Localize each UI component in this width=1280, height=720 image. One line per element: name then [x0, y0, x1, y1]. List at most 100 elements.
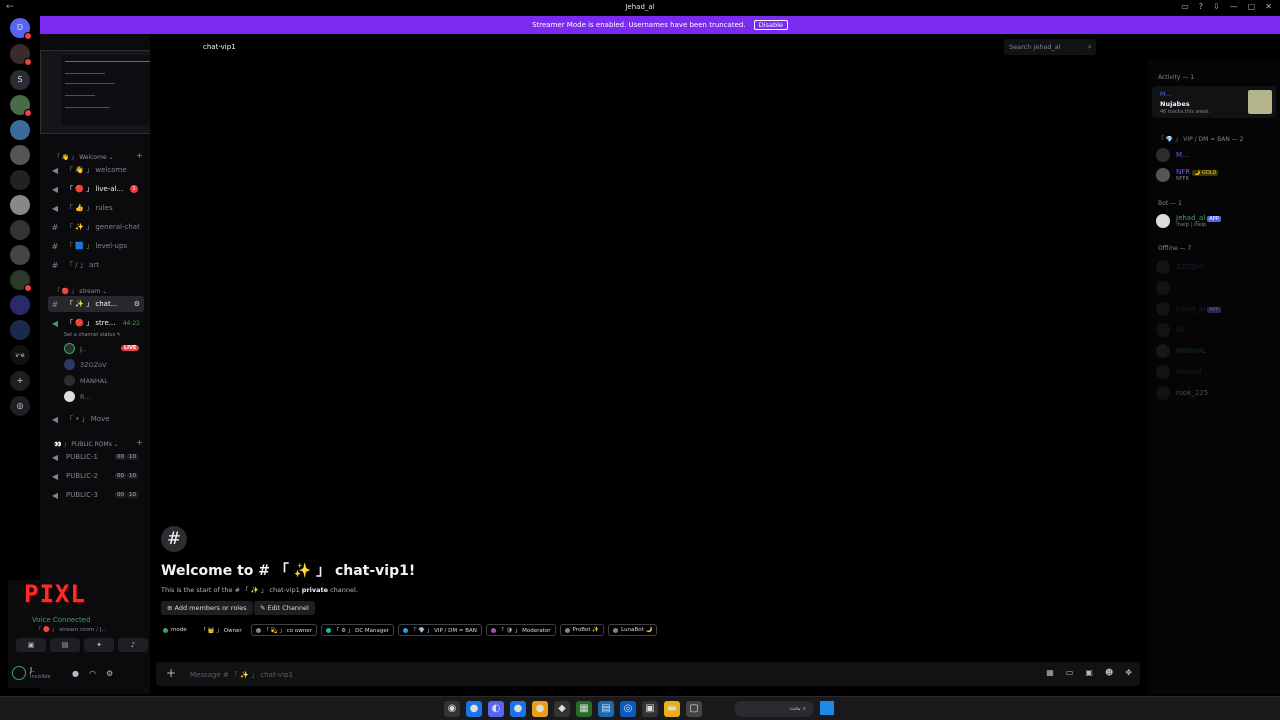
server-icon[interactable] — [10, 145, 30, 165]
server-icon[interactable] — [10, 245, 30, 265]
member-item[interactable] — [1156, 281, 1176, 295]
help-icon[interactable]: ? — [1199, 2, 1203, 11]
channel-move[interactable]: ◀ 「 • 」 Move — [48, 411, 144, 427]
taskbar-search[interactable]: بحث ⌕ — [734, 701, 814, 717]
member-item[interactable]: M... — [1156, 148, 1189, 162]
member-item[interactable]: Jehad_al APP — [1156, 302, 1221, 316]
voice-member[interactable]: MANHAL — [64, 375, 108, 386]
server-icon[interactable] — [10, 195, 30, 215]
activities-button[interactable]: ✦ — [84, 638, 114, 652]
maximize-icon[interactable]: ▢ — [1248, 2, 1256, 11]
member-item[interactable]: Mayoof — [1156, 365, 1202, 379]
member-item[interactable]: MANHAL — [1156, 344, 1206, 358]
game-icon[interactable]: ◆ — [554, 701, 570, 717]
emoji-icon[interactable]: ☻ — [1105, 668, 1113, 677]
channel-stream-room[interactable]: ◀ 「 🔴 」 stre... 44:22 — [48, 315, 144, 331]
channel-art[interactable]: # 「 ∕ 」 art — [48, 257, 144, 273]
voice-member[interactable]: R... — [64, 391, 90, 402]
edit-channel-button[interactable]: ✎ Edit Channel — [254, 601, 315, 615]
category-stream[interactable]: 「 🔴 」 stream ⌄ — [54, 286, 107, 295]
download-icon[interactable]: ⇩ — [1213, 2, 1220, 11]
file-explorer-icon[interactable]: ▬ — [664, 701, 680, 717]
channel-chat-vip1[interactable]: # 「 ✨ 」 chat... ⚙ — [48, 296, 144, 312]
channel-status[interactable]: Set a channel status ✎ — [64, 332, 121, 338]
member-item[interactable]: NFR 🌙 GOLD NFFR — [1156, 168, 1219, 182]
close-icon[interactable]: ✕ — [1265, 2, 1272, 11]
message-input[interactable]: Message # 「 ✨ 」 chat-vip1 — [190, 670, 293, 680]
add-server-icon[interactable]: + — [10, 371, 30, 391]
avatar — [64, 391, 75, 402]
member-item[interactable]: rook_225 — [1156, 386, 1208, 400]
add-channel-icon[interactable]: + — [136, 438, 143, 447]
member-item[interactable]: Jehad_al APP !help | /help — [1156, 214, 1221, 228]
server-icon[interactable]: v·e — [10, 345, 30, 365]
server-icon[interactable] — [10, 170, 30, 190]
server-icon[interactable] — [10, 320, 30, 340]
gif-icon[interactable]: ▭ — [1066, 668, 1074, 677]
store-icon[interactable]: ▣ — [642, 701, 658, 717]
discover-icon[interactable]: ◎ — [10, 396, 30, 416]
inbox-icon[interactable]: ▭ — [1181, 2, 1189, 11]
edge-icon[interactable]: ◎ — [620, 701, 636, 717]
server-icon[interactable] — [10, 44, 32, 66]
avatar — [1156, 386, 1170, 400]
speaker-icon: ◀ — [51, 414, 59, 424]
server-icon[interactable] — [10, 270, 32, 292]
channel-welcome[interactable]: ◀ 「 👋 」 welcome — [48, 162, 144, 178]
channel-general-chat[interactable]: # 「 ✨ 」 general-chat — [48, 219, 144, 235]
member-item[interactable]: 3ZOZoV — [1156, 260, 1205, 274]
voice-connected-status[interactable]: Voice Connected — [32, 616, 91, 624]
app-icon[interactable]: ▢ — [686, 701, 702, 717]
channel-public-1[interactable]: ◀ PUBLIC-1 00 10 — [48, 449, 144, 465]
channel-rules[interactable]: ◀ 「 👍 」 rules — [48, 200, 144, 216]
channel-level-ups[interactable]: # 「 🟦 」 level-ups — [48, 238, 144, 254]
gift-icon[interactable]: ▦ — [1046, 668, 1054, 677]
screen-share-button[interactable]: ▤ — [50, 638, 80, 652]
add-channel-icon[interactable]: + — [136, 151, 143, 160]
member-item[interactable]: Ali — [1156, 323, 1185, 337]
server-icon[interactable] — [10, 120, 30, 140]
discord-icon[interactable]: ◐ — [488, 701, 504, 717]
chrome-icon[interactable]: ● — [510, 701, 526, 717]
attach-plus-icon[interactable]: + — [166, 666, 176, 680]
headphones-icon[interactable]: ◠ — [89, 669, 96, 678]
add-members-button[interactable]: ⊕ Add members or roles — [161, 601, 253, 615]
message-composer[interactable]: + Message # 「 ✨ 」 chat-vip1 ▦ ▭ ▣ ☻ ✥ — [156, 662, 1140, 686]
role-chip: 「 👑 」 Owner — [200, 628, 242, 634]
soundboard-button[interactable]: ♪ — [118, 638, 148, 652]
chrome-icon[interactable]: ● — [532, 701, 548, 717]
role-chip: mode — [158, 624, 192, 636]
voice-member[interactable]: 3ZOZoV — [64, 359, 107, 370]
category-public[interactable]: 👀 」 PUBLIC ROMs ⌄ + — [54, 438, 143, 448]
hash-icon: # — [51, 241, 59, 251]
server-icon[interactable]: S — [10, 70, 30, 90]
user-panel[interactable]: J. Invisible — [12, 666, 51, 680]
microphone-icon[interactable]: ● — [72, 669, 79, 678]
channel-live[interactable]: ◀ 「 🔴 」 live-al... 1 — [48, 181, 144, 197]
server-icon[interactable] — [10, 95, 32, 117]
disable-streamer-mode-button[interactable]: Disable — [753, 20, 788, 30]
server-icon[interactable] — [10, 295, 30, 315]
category-welcome[interactable]: 「 👋 」 Welcome ⌄ + — [54, 151, 143, 161]
server-icon[interactable] — [10, 220, 30, 240]
pixl-logo: PIXL — [24, 580, 86, 608]
minimize-icon[interactable]: — — [1230, 2, 1238, 11]
windows-start-icon[interactable] — [820, 701, 834, 715]
minecraft-icon[interactable]: ▦ — [576, 701, 592, 717]
app-icon[interactable]: ◉ — [444, 701, 460, 717]
channel-public-2[interactable]: ◀ PUBLIC-2 00 10 — [48, 468, 144, 484]
channel-public-3[interactable]: ◀ PUBLIC-3 00 10 — [48, 487, 144, 503]
home-button[interactable]: D — [10, 18, 32, 40]
app-icon[interactable]: ▤ — [598, 701, 614, 717]
settings-icon[interactable]: ⚙ — [106, 669, 113, 678]
search-input[interactable]: Search Jehad_al ⌕ — [1004, 39, 1096, 55]
apps-icon[interactable]: ✥ — [1125, 668, 1132, 677]
chrome-icon[interactable]: ● — [466, 701, 482, 717]
avatar — [64, 343, 75, 354]
camera-button[interactable]: ▣ — [16, 638, 46, 652]
channel-settings-icon[interactable]: ⚙ — [134, 300, 140, 308]
sticker-icon[interactable]: ▣ — [1085, 668, 1093, 677]
voice-member[interactable]: J.. — [64, 343, 86, 354]
live-badge: LIVE — [121, 345, 140, 351]
activity-card[interactable]: M... Nujabes 46 tracks this week — [1152, 86, 1276, 118]
